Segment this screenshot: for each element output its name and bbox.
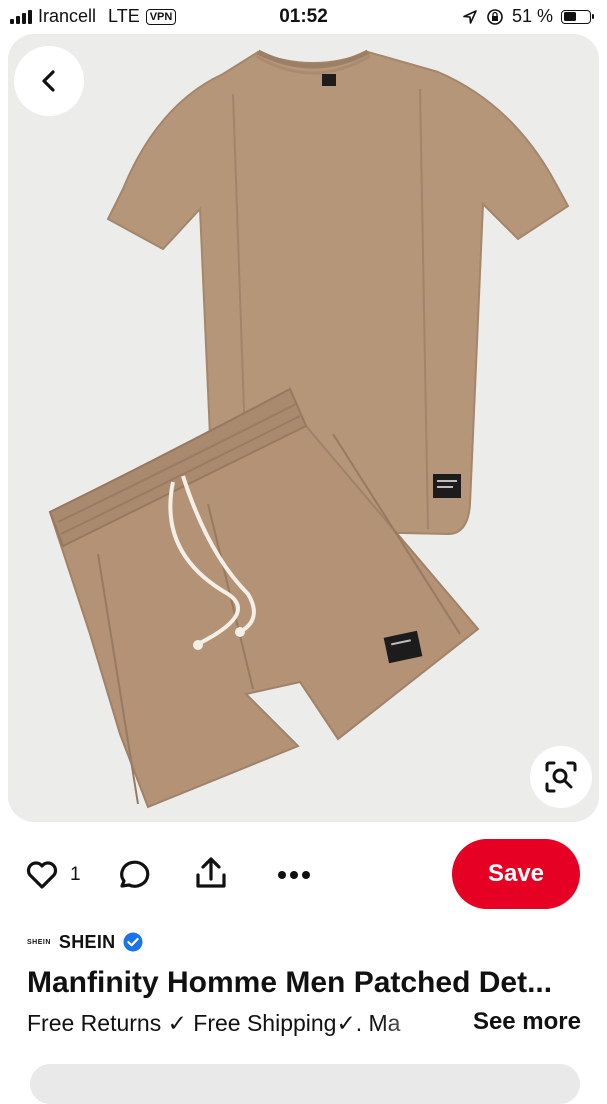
verified-badge-icon [123, 932, 143, 952]
status-bar: Irancell LTE VPN 01:52 51 % [0, 0, 607, 34]
pin-image[interactable] [8, 34, 599, 822]
comment-button[interactable] [114, 856, 152, 894]
product-photo [8, 34, 599, 822]
save-button[interactable]: Save [452, 839, 580, 909]
chevron-left-icon [42, 70, 55, 92]
heart-icon [26, 861, 58, 889]
share-button[interactable] [192, 854, 230, 892]
source-logo: SHEIN [27, 938, 51, 946]
location-icon [463, 9, 477, 24]
description-row: Free Returns ✓ Free Shipping✓. Ma See mo… [27, 1008, 581, 1042]
back-button[interactable] [14, 46, 84, 116]
action-row: 1 Save [0, 836, 607, 916]
visual-search-icon [545, 761, 577, 793]
like-count: 1 [70, 864, 81, 885]
more-icon [278, 871, 310, 879]
rotation-lock-icon [487, 8, 503, 25]
like-button[interactable] [24, 858, 60, 892]
more-button[interactable] [274, 860, 314, 890]
pin-title: Manfinity Homme Men Patched Det... [27, 966, 553, 999]
comment-icon [120, 860, 150, 888]
visual-search-button[interactable] [530, 746, 592, 808]
see-more-link[interactable]: See more [473, 1008, 581, 1036]
battery-level [563, 12, 577, 21]
next-section-card [30, 1064, 580, 1104]
pin-description: Free Returns ✓ Free Shipping✓. Ma [27, 1010, 401, 1036]
source-row[interactable]: SHEIN SHEIN [27, 928, 143, 956]
source-name[interactable]: SHEIN [59, 932, 116, 953]
battery-icon [561, 9, 594, 24]
status-right: 51 % [462, 6, 594, 27]
share-icon [196, 857, 226, 888]
battery-percent: 51 % [511, 6, 553, 26]
